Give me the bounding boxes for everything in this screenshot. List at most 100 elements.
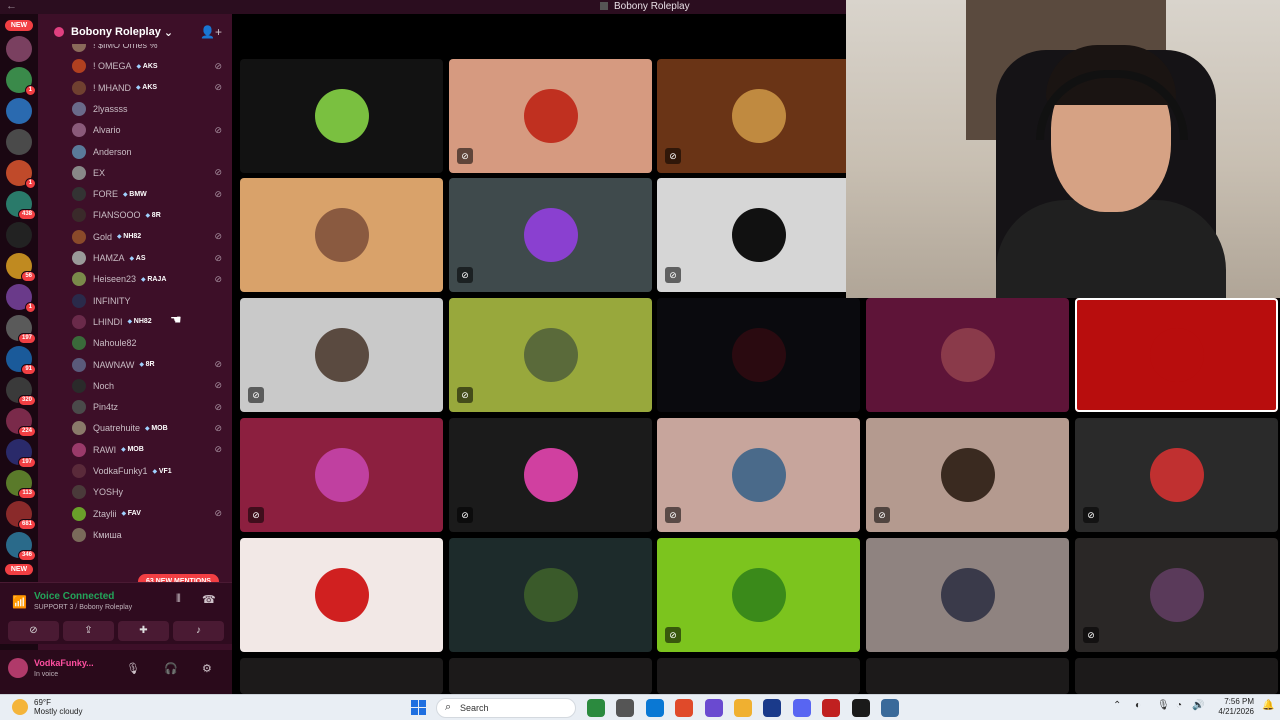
voice-member[interactable]: RAWI MOB ⊘ (72, 441, 222, 459)
server-icon[interactable]: 197 (6, 315, 36, 344)
server-icon[interactable]: 113 (6, 470, 36, 499)
taskbar-app-icon[interactable] (587, 699, 605, 717)
participant-video-tile[interactable]: ⊘ (1075, 538, 1278, 652)
participant-video-tile[interactable] (657, 658, 860, 694)
server-icon[interactable] (6, 98, 32, 124)
voice-member[interactable]: Gold NH82 ⊘ (72, 228, 222, 246)
voice-member[interactable]: Alvario ⊘ (72, 121, 222, 139)
server-icon[interactable]: 1 (6, 67, 36, 96)
voice-member[interactable]: ! OMEGA AKS ⊘ (72, 57, 222, 75)
notifications-bell-icon[interactable]: 🔔 (1262, 700, 1274, 711)
taskbar-app-icon[interactable] (616, 699, 635, 717)
soundboard-icon[interactable]: ♪ (173, 621, 224, 641)
voice-member[interactable]: Кмиша (72, 526, 222, 544)
server-icon[interactable] (6, 222, 32, 248)
voice-member[interactable]: ! MHAND AKS ⊘ (72, 79, 222, 97)
participant-video-tile[interactable]: ⊘ (240, 298, 443, 412)
taskbar-app-icon[interactable] (881, 699, 899, 717)
username[interactable]: VodkaFunky... (34, 658, 94, 668)
participant-video-tile[interactable]: ⊘ (657, 418, 860, 532)
voice-member[interactable]: Nahoule82 (72, 334, 222, 352)
screen-share-icon[interactable]: ⇪ (63, 621, 114, 641)
activities-icon[interactable]: ✚ (118, 621, 169, 641)
taskbar-app-icon[interactable] (675, 699, 694, 717)
server-icon[interactable]: 438 (6, 191, 36, 220)
participant-video-tile[interactable] (1075, 658, 1278, 694)
wifi-icon[interactable]: ◔ (1176, 700, 1182, 711)
voice-member[interactable]: INFINITY (72, 292, 222, 310)
participant-video-tile[interactable] (240, 658, 443, 694)
participant-video-tile[interactable]: ⊘ (657, 178, 860, 292)
taskbar-search-box[interactable]: ⌕ Search (436, 698, 576, 718)
participant-video-tile[interactable]: ⊘ (449, 59, 652, 173)
volume-icon[interactable]: 🔊 (1192, 700, 1204, 711)
avatar[interactable] (8, 658, 28, 678)
participant-video-tile[interactable] (240, 538, 443, 652)
participant-video-tile[interactable] (866, 538, 1069, 652)
server-icon[interactable]: 197 (6, 439, 36, 468)
new-unreads-pill-top[interactable]: NEW (5, 20, 33, 31)
invite-people-icon[interactable]: 👤+ (200, 25, 222, 39)
taskbar-app-icon[interactable] (763, 699, 782, 717)
voice-member[interactable]: ! $IMO Ornes % (72, 44, 222, 54)
voice-member[interactable]: 2lyassss (72, 100, 222, 118)
signal-icon[interactable]: 📶 (12, 595, 27, 609)
server-icon[interactable]: 681 (6, 501, 36, 530)
taskbar-app-icon[interactable] (792, 699, 811, 717)
new-unreads-pill-bottom[interactable]: NEW (5, 564, 33, 575)
headphones-icon[interactable]: 🎧 (164, 662, 178, 675)
taskbar-app-icon[interactable] (704, 699, 723, 717)
participant-video-tile[interactable]: ⊘ (449, 298, 652, 412)
back-arrow-icon[interactable]: ← (6, 0, 17, 12)
tray-mic-icon[interactable]: 🎙 (1157, 700, 1170, 711)
server-icon[interactable]: 91 (6, 346, 36, 375)
server-icon[interactable]: 56 (6, 253, 36, 282)
voice-member[interactable]: Noch ⊘ (72, 377, 222, 395)
voice-member[interactable]: FORE BMW ⊘ (72, 185, 222, 203)
disconnect-icon[interactable]: ☎ (202, 593, 216, 606)
voice-member[interactable]: Pin4tz ⊘ (72, 398, 222, 416)
server-icon[interactable] (6, 36, 32, 62)
settings-gear-icon[interactable]: ⚙ (202, 662, 212, 675)
participant-video-tile[interactable]: ⊘ (449, 178, 652, 292)
server-icon[interactable]: 224 (6, 408, 36, 437)
voice-status[interactable]: Voice Connected (34, 591, 114, 602)
participant-video-tile[interactable]: ⊘ (1075, 418, 1278, 532)
participant-video-tile[interactable] (1075, 298, 1278, 412)
voice-member[interactable]: Ztaylii FAV ⊘ (72, 505, 222, 523)
participant-video-tile[interactable] (240, 178, 443, 292)
camera-off-icon[interactable]: ⊘ (8, 621, 59, 641)
participant-video-tile[interactable]: ⊘ (240, 418, 443, 532)
participant-video-tile[interactable]: ⊘ (449, 418, 652, 532)
participant-video-tile[interactable]: ⊘ (657, 59, 860, 173)
participant-video-tile[interactable] (449, 658, 652, 694)
taskbar-clock[interactable]: 7:56 PM 4/21/2026 (1208, 697, 1254, 717)
noise-suppression-icon[interactable]: ⦀ (176, 593, 181, 606)
voice-member[interactable]: LHINDI NH82 (72, 313, 222, 331)
participant-video-tile[interactable] (657, 298, 860, 412)
microphone-icon[interactable]: 🎙 (126, 662, 140, 675)
voice-member[interactable]: EX ⊘ (72, 164, 222, 182)
voice-member[interactable]: Anderson (72, 143, 222, 161)
weather-widget[interactable]: 69°F Mostly cloudy (12, 698, 82, 716)
taskbar-app-icon[interactable] (734, 699, 752, 717)
participant-video-tile[interactable]: ⊘ (657, 538, 860, 652)
taskbar-app-icon[interactable] (645, 699, 664, 717)
server-icon[interactable]: 1 (6, 160, 36, 189)
taskbar-app-icon[interactable] (851, 699, 870, 717)
server-icon[interactable]: 320 (6, 377, 36, 406)
voice-member[interactable]: Heiseen23 RAJA ⊘ (72, 270, 222, 288)
tray-app-icon[interactable]: ◐ (1135, 700, 1141, 711)
voice-member[interactable]: Quatrehuite MOB ⊘ (72, 419, 222, 437)
voice-member[interactable]: HAMZA AS ⊘ (72, 249, 222, 267)
participant-video-tile[interactable] (240, 59, 443, 173)
windows-start-icon[interactable] (411, 700, 427, 716)
server-icon[interactable]: 346 (6, 532, 36, 561)
server-name[interactable]: Bobony Roleplay ⌄ (54, 26, 173, 39)
voice-member[interactable]: FIANSOOO 8R (72, 206, 222, 224)
participant-video-tile[interactable]: ⊘ (866, 418, 1069, 532)
voice-member[interactable]: VodkaFunky1 VF1 (72, 462, 222, 480)
server-icon[interactable]: 1 (6, 284, 36, 313)
participant-video-tile[interactable] (866, 298, 1069, 412)
taskbar-app-icon[interactable] (822, 699, 841, 717)
